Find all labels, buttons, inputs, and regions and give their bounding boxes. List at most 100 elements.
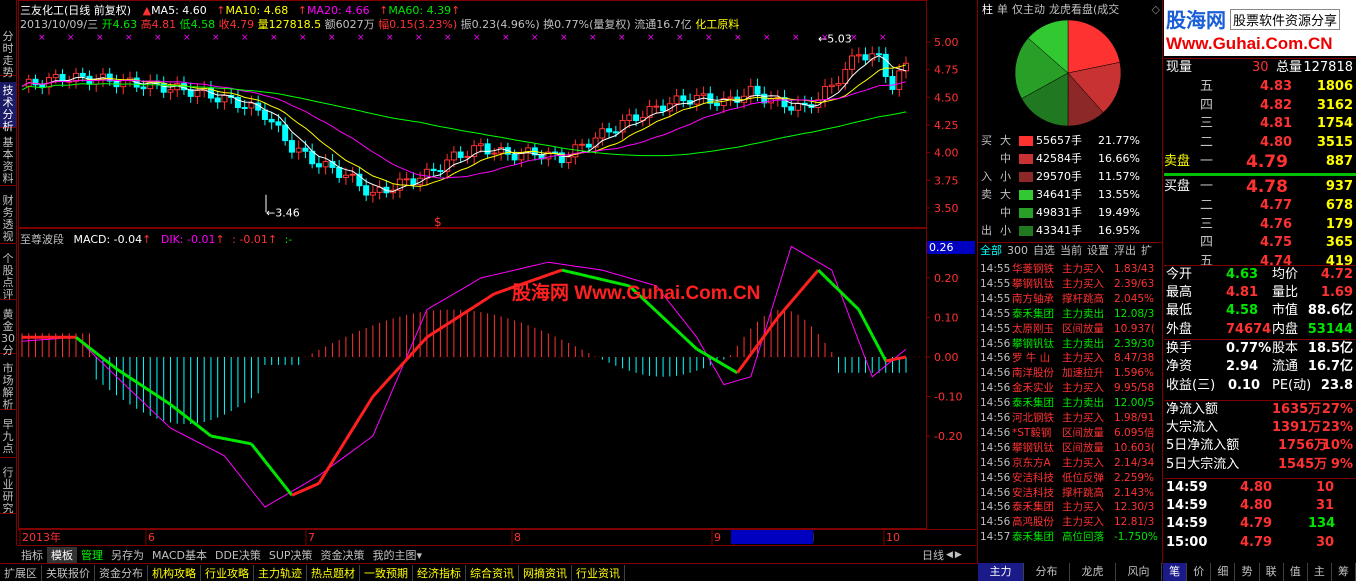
ticker-row[interactable]: 14:55 华菱钢铁 主力买入 1.83/43: [978, 262, 1162, 277]
ticker-filter-0[interactable]: 全部: [980, 244, 1002, 257]
ticker-stock: 泰禾集团: [1012, 531, 1054, 544]
left-tab-3[interactable]: 财务透视: [0, 192, 16, 244]
toolbar1-item-4[interactable]: MACD基本: [148, 547, 211, 563]
stat-value-left: 0.10: [1228, 377, 1261, 393]
ticker-row[interactable]: 14:56 南洋股份 加速拉升 1.596%: [978, 366, 1162, 381]
flow-tab-1[interactable]: 单: [997, 3, 1008, 16]
flow-percent: 13.55%: [1098, 188, 1140, 201]
flow-pie-chart: [1014, 19, 1122, 127]
left-tab-6[interactable]: 市场解析: [0, 360, 16, 411]
ticker-row[interactable]: 14:56 高鸿股份 主力买入 12.81/3: [978, 515, 1162, 530]
left-tab-5[interactable]: 黄金30分: [0, 306, 16, 357]
logo-tag: 股票软件资源分享: [1230, 9, 1341, 30]
macd-histogram: [21, 309, 907, 425]
left-tab-4[interactable]: 个股点评: [0, 250, 16, 301]
left-tab-2[interactable]: 基本资料: [0, 134, 16, 186]
toolbar1-item-8[interactable]: 我的主图▾: [369, 547, 427, 563]
ticker-row[interactable]: 14:55 泰禾集团 主力卖出 12.08/3: [978, 307, 1162, 322]
flow-tabs: 柱单仅主动 龙虎看盘(成交 ◇: [978, 2, 1162, 18]
flow-tab-2[interactable]: 仅主动: [1012, 3, 1045, 16]
toolbar1-item-6[interactable]: SUP决策: [265, 547, 317, 563]
candle-body: [754, 85, 761, 95]
toolbar1-item-0[interactable]: 指标: [17, 547, 47, 563]
ticker-row[interactable]: 14:56 河北钢铁 主力买入 1.98/91: [978, 411, 1162, 426]
flow-bottom-tab-0[interactable]: 主力: [978, 563, 1024, 581]
toolbar1-item-1[interactable]: 模板: [47, 546, 77, 563]
stat-row: 净资 2.94 流通 16.7亿: [1164, 358, 1356, 377]
left-tab-8[interactable]: 行业研究: [0, 464, 16, 515]
quote-bottom-tab-1[interactable]: 价: [1187, 563, 1212, 581]
chart-area[interactable]: 5.00 4.75 4.50 4.25 4.00 3.75 3.50 0.20 0.10 0.00…: [18, 0, 976, 545]
toolbar2-item-1[interactable]: 关联报价: [42, 564, 95, 581]
ticker-row[interactable]: 14:56 京东方A 主力买入 2.14/34: [978, 456, 1162, 471]
macd-line-segment: [892, 356, 900, 362]
toolbar2-item-5[interactable]: 主力轨迹: [254, 564, 307, 581]
toolbar2-item-6[interactable]: 热点题材: [307, 564, 360, 581]
toolbar2-item-9[interactable]: 综合资讯: [466, 564, 519, 581]
quote-bottom-tab-2[interactable]: 细: [1211, 563, 1236, 581]
flow-bottom-tab-1[interactable]: 分布: [1024, 563, 1070, 581]
prev-icon[interactable]: ◀: [946, 550, 953, 560]
quote-bottom-tab-3[interactable]: 势: [1235, 563, 1260, 581]
macd-tick-label: 0.00: [934, 351, 959, 364]
toolbar1-item-7[interactable]: 资金决策: [317, 547, 369, 563]
ticker-row[interactable]: 14:55 太原刚玉 区间放量 10.937(: [978, 322, 1162, 337]
ticker-row[interactable]: 14:57 泰禾集团 高位回落 -1.750%: [978, 530, 1162, 545]
ticker-filter-3[interactable]: 当前: [1060, 244, 1082, 257]
toolbar2-item-4[interactable]: 行业攻略: [201, 564, 254, 581]
trade-row: 15:00 4.79 30: [1164, 534, 1356, 553]
sell-level-row: 四 4.82 3162: [1164, 97, 1356, 116]
ticker-filter-bar: 全部 300 自选 当前 设置 浮出扩: [978, 242, 1162, 258]
toolbar2-item-10[interactable]: 网摘资讯: [519, 564, 572, 581]
ticker-row[interactable]: 14:55 南方轴承 撑杆跳高 2.045%: [978, 292, 1162, 307]
ticker-time: 14:55: [980, 292, 1011, 305]
toolbar2-item-0[interactable]: 扩展区: [0, 564, 42, 581]
flow-bottom-tab-2[interactable]: 龙虎: [1070, 563, 1116, 581]
stat-label-right: 内盘: [1272, 321, 1299, 337]
toolbar1-item-3[interactable]: 另存为: [107, 547, 148, 563]
flow-tab-0[interactable]: 柱: [982, 3, 993, 16]
left-tab-0[interactable]: 分时走势: [0, 28, 16, 79]
flow-bottom-tab-3[interactable]: 风向: [1116, 563, 1162, 581]
toolbar1-item-2[interactable]: 管理: [77, 547, 107, 563]
ticker-row[interactable]: 14:56 金禾实业 主力买入 9.95/58: [978, 381, 1162, 396]
flow-stat-value: 1391万: [1272, 419, 1322, 435]
toolbar2-item-2[interactable]: 资金分布: [95, 564, 148, 581]
ticker-filter-1[interactable]: 300: [1007, 244, 1028, 257]
toolbar2-item-11[interactable]: 行业资讯: [572, 564, 625, 581]
left-tab-1[interactable]: 技术分析: [0, 82, 16, 133]
ticker-row[interactable]: 14:56 泰禾集团 主力卖出 12.00/5: [978, 396, 1162, 411]
quote-bottom-tab-4[interactable]: 联: [1259, 563, 1284, 581]
toolbar2-item-3[interactable]: 机构攻略: [148, 564, 201, 581]
ticker-row[interactable]: 14:56 *ST毅钢 区间放量 6.095倍: [978, 426, 1162, 441]
macd-line-segment: [351, 417, 361, 430]
ticker-row[interactable]: 14:56 安洁科技 低位反弹 2.259%: [978, 471, 1162, 486]
quote-bottom-tab-6[interactable]: 主: [1307, 563, 1332, 581]
ticker-row[interactable]: 14:56 罗 牛 山主力买入 8.47/38: [978, 351, 1162, 366]
ticker-filter-6[interactable]: 扩: [1141, 244, 1152, 257]
left-tab-7[interactable]: 早九点: [0, 416, 16, 458]
ticker-row[interactable]: 14:56 泰禾集团 主力买入 12.30/3: [978, 500, 1162, 515]
ticker-row[interactable]: 14:55 攀钢钒钛 主力买入 2.39/63: [978, 277, 1162, 292]
ticker-filter-4[interactable]: 设置: [1087, 244, 1109, 257]
quote-bottom-tab-5[interactable]: 值: [1283, 563, 1308, 581]
toolbar2-item-7[interactable]: 一致预期: [360, 564, 413, 581]
next-icon[interactable]: ▶: [955, 550, 962, 560]
ticker-filter-2[interactable]: 自选: [1033, 244, 1055, 257]
toolbar1-item-5[interactable]: DDE决策: [211, 547, 265, 563]
ticker-row[interactable]: 14:56 攀钢钒钛 主力卖出 2.39/30: [978, 337, 1162, 352]
toolbar2-item-8[interactable]: 经济指标: [413, 564, 466, 581]
quote-bottom-tab-0[interactable]: 笔: [1163, 563, 1188, 581]
stat-label-right: 市值: [1272, 303, 1299, 319]
ticker-filter-5[interactable]: 浮出: [1114, 244, 1136, 257]
ticker-row[interactable]: 14:56 攀钢钒钛 区间放量 10.603(: [978, 441, 1162, 456]
candle-body: [120, 79, 127, 88]
macd-line-segment: [736, 362, 746, 374]
quote-bottom-tab-7[interactable]: 筹: [1331, 563, 1356, 581]
flow-close-icon[interactable]: ◇: [1152, 2, 1160, 18]
kline-chart[interactable]: 5.00 4.75 4.50 4.25 4.00 3.75 3.50 0.20 0.10 0.00…: [18, 0, 976, 545]
left-tab-bar: 分时走势技术分析 基本资料财务透视个股点评黄金30分市场解析早九点行业研究: [0, 0, 17, 545]
flow-tab-3[interactable]: 龙虎看盘(成交: [1049, 3, 1119, 16]
ticker-row[interactable]: 14:56 安洁科技 撑杆跳高 2.143%: [978, 486, 1162, 501]
timeframe-label[interactable]: 日线: [922, 547, 944, 563]
